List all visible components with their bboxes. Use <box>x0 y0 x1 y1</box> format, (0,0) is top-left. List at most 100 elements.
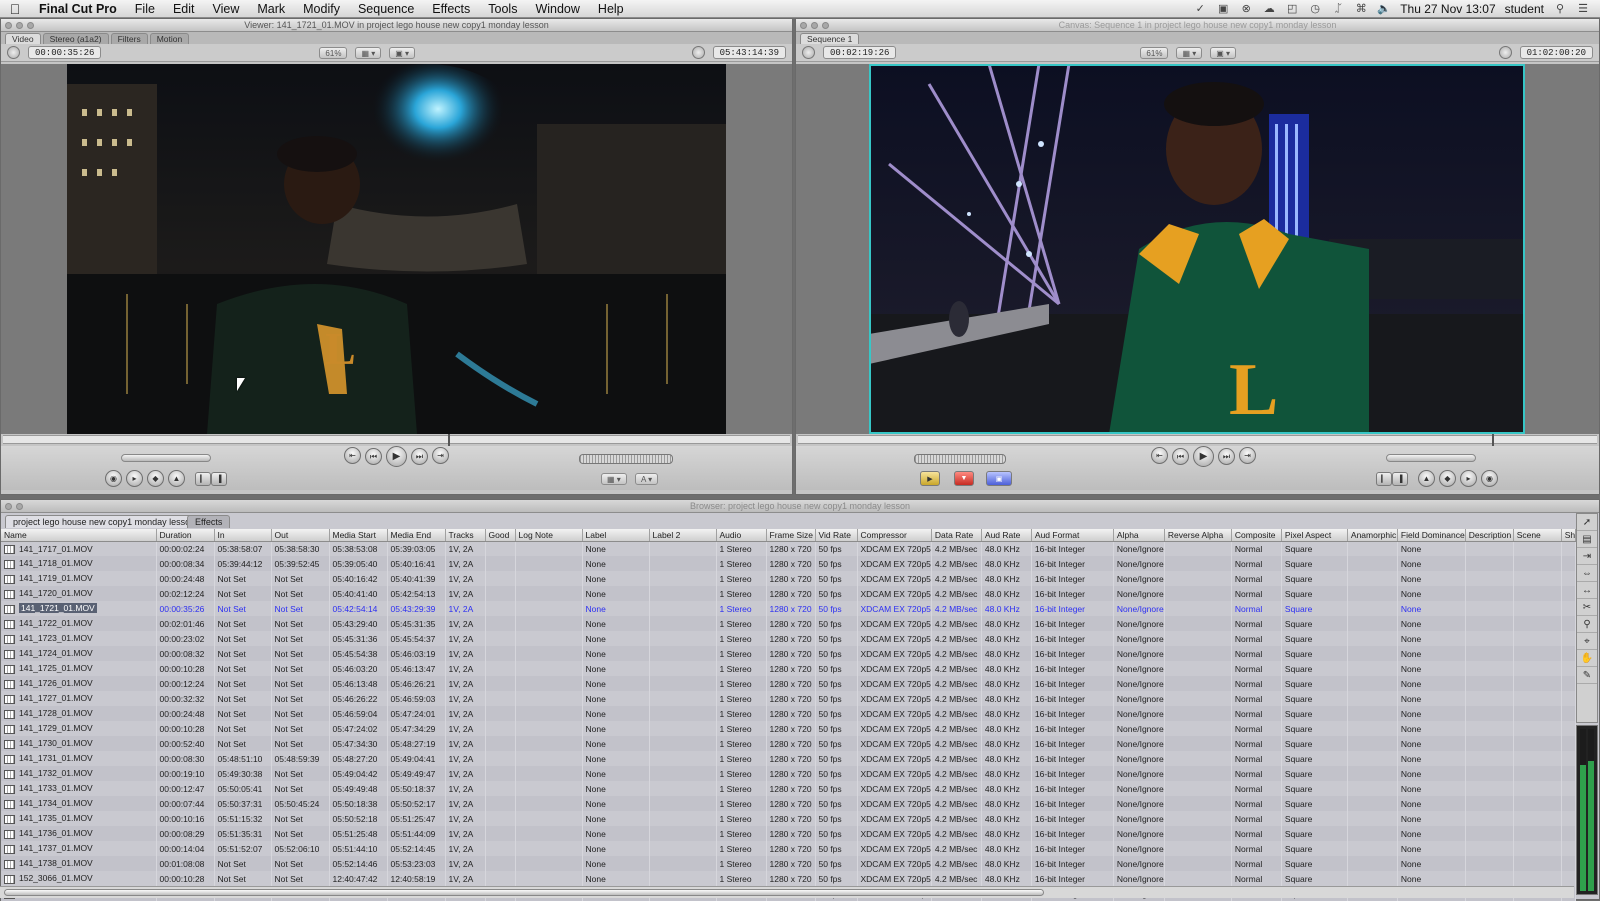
cell-frame-size[interactable]: 1280 x 720 <box>766 811 816 826</box>
cell-alpha[interactable]: None/Ignore <box>1113 781 1165 796</box>
table-row[interactable]: 141_1732_01.MOV 00:00:19:10 05:49:30:38 Not… <box>1 766 1577 781</box>
cell-label[interactable]: None <box>582 541 650 556</box>
cell-alpha[interactable]: None/Ignore <box>1113 736 1165 751</box>
cell-duration[interactable]: 00:00:08:30 <box>156 751 215 766</box>
cell-in[interactable]: 05:50:37:31 <box>214 796 272 811</box>
clip-name-cell[interactable]: 152_3066_01.MOV <box>1 871 157 886</box>
menu-window[interactable]: Window <box>526 2 588 16</box>
cell-label-2[interactable] <box>649 646 717 661</box>
cell-field-dominance[interactable]: None <box>1397 781 1466 796</box>
cell-out[interactable]: Not Set <box>271 646 330 661</box>
cell-aud-rate[interactable]: 48.0 KHz <box>981 541 1032 556</box>
cell-sh[interactable] <box>1561 796 1577 811</box>
canvas-mark-out-button[interactable]: ▐ <box>1392 472 1408 486</box>
cell-label[interactable]: None <box>582 691 650 706</box>
cell-field-dominance[interactable]: None <box>1397 616 1466 631</box>
canvas-play-in-to-out-button[interactable]: ⇤ <box>1151 447 1168 464</box>
cell-label-2[interactable] <box>649 616 717 631</box>
cell-sh[interactable] <box>1561 676 1577 691</box>
cell-data-rate[interactable]: 4.2 MB/sec <box>931 706 982 721</box>
cell-media-end[interactable]: 05:47:24:01 <box>387 706 446 721</box>
cell-label-2[interactable] <box>649 691 717 706</box>
cell-description[interactable] <box>1465 826 1514 841</box>
cell-compressor[interactable]: XDCAM EX 720p5 <box>857 796 932 811</box>
column-header-pixel-aspect[interactable]: Pixel Aspect <box>1281 529 1348 542</box>
cell-label-2[interactable] <box>649 751 717 766</box>
minimize-button[interactable] <box>16 22 23 29</box>
cell-good[interactable] <box>485 706 516 721</box>
cell-description[interactable] <box>1465 721 1514 736</box>
cell-log-note[interactable] <box>515 781 583 796</box>
cell-reverse-alpha[interactable] <box>1164 856 1232 871</box>
cell-audio[interactable]: 1 Stereo <box>716 706 767 721</box>
cell-log-note[interactable] <box>515 571 583 586</box>
column-header-name[interactable]: Name <box>1 529 157 542</box>
cell-vid-rate[interactable]: 50 fps <box>815 871 858 886</box>
cell-scene[interactable] <box>1513 766 1562 781</box>
column-header-tracks[interactable]: Tracks <box>445 529 486 542</box>
table-row[interactable]: 141_1720_01.MOV 00:02:12:24 Not Set Not Set… <box>1 586 1577 601</box>
cell-data-rate[interactable]: 4.2 MB/sec <box>931 556 982 571</box>
crop-tool-icon[interactable]: ⌖ <box>1577 633 1597 650</box>
cell-frame-size[interactable]: 1280 x 720 <box>766 646 816 661</box>
cell-field-dominance[interactable]: None <box>1397 586 1466 601</box>
cell-out[interactable]: 05:50:45:24 <box>271 796 330 811</box>
cell-label[interactable]: None <box>582 601 650 616</box>
cell-label[interactable]: None <box>582 631 650 646</box>
cell-scene[interactable] <box>1513 646 1562 661</box>
cell-vid-rate[interactable]: 50 fps <box>815 601 858 616</box>
cell-label-2[interactable] <box>649 586 717 601</box>
cell-anamorphic[interactable] <box>1347 826 1398 841</box>
clip-name-cell[interactable]: 141_1721_01.MOV <box>1 601 157 616</box>
menu-view[interactable]: View <box>203 2 248 16</box>
cell-aud-rate[interactable]: 48.0 KHz <box>981 721 1032 736</box>
cell-compressor[interactable]: XDCAM EX 720p5 <box>857 841 932 856</box>
cell-in[interactable]: 05:51:15:32 <box>214 811 272 826</box>
cell-vid-rate[interactable]: 50 fps <box>815 796 858 811</box>
cell-duration[interactable]: 00:02:12:24 <box>156 586 215 601</box>
cell-alpha[interactable]: None/Ignore <box>1113 751 1165 766</box>
table-row[interactable]: 141_1725_01.MOV 00:00:10:28 Not Set Not Set… <box>1 661 1577 676</box>
cell-description[interactable] <box>1465 556 1514 571</box>
cell-frame-size[interactable]: 1280 x 720 <box>766 736 816 751</box>
cell-alpha[interactable]: None/Ignore <box>1113 766 1165 781</box>
cell-aud-rate[interactable]: 48.0 KHz <box>981 646 1032 661</box>
cell-in[interactable]: 05:49:30:38 <box>214 766 272 781</box>
cell-aud-format[interactable]: 16-bit Integer <box>1031 631 1114 646</box>
cell-alpha[interactable]: None/Ignore <box>1113 586 1165 601</box>
cell-audio[interactable]: 1 Stereo <box>716 676 767 691</box>
cell-log-note[interactable] <box>515 766 583 781</box>
cell-label-2[interactable] <box>649 856 717 871</box>
viewer-duration-timecode[interactable]: 00:00:35:26 <box>28 46 102 59</box>
cell-good[interactable] <box>485 571 516 586</box>
clip-name-cell[interactable]: 141_1727_01.MOV <box>1 691 157 706</box>
cell-media-end[interactable]: 05:53:23:03 <box>387 856 446 871</box>
cell-duration[interactable]: 00:00:24:48 <box>156 571 215 586</box>
cell-data-rate[interactable]: 4.2 MB/sec <box>931 841 982 856</box>
cell-data-rate[interactable]: 4.2 MB/sec <box>931 751 982 766</box>
cell-field-dominance[interactable]: None <box>1397 871 1466 886</box>
cell-media-end[interactable]: 05:45:54:37 <box>387 631 446 646</box>
cell-alpha[interactable]: None/Ignore <box>1113 556 1165 571</box>
cell-media-start[interactable]: 05:46:03:20 <box>329 661 388 676</box>
cell-in[interactable]: Not Set <box>214 616 272 631</box>
cell-good[interactable] <box>485 661 516 676</box>
cell-log-note[interactable] <box>515 616 583 631</box>
cell-field-dominance[interactable]: None <box>1397 811 1466 826</box>
cell-reverse-alpha[interactable] <box>1164 586 1232 601</box>
cell-log-note[interactable] <box>515 841 583 856</box>
cell-audio[interactable]: 1 Stereo <box>716 751 767 766</box>
cell-description[interactable] <box>1465 631 1514 646</box>
cell-sh[interactable] <box>1561 646 1577 661</box>
cell-scene[interactable] <box>1513 751 1562 766</box>
cell-aud-format[interactable]: 16-bit Integer <box>1031 586 1114 601</box>
cell-pixel-aspect[interactable]: Square <box>1281 811 1348 826</box>
canvas-shuttle-control[interactable] <box>1386 454 1476 462</box>
cell-field-dominance[interactable]: None <box>1397 601 1466 616</box>
cell-anamorphic[interactable] <box>1347 661 1398 676</box>
viewer-match-frame-button[interactable]: ◉ <box>105 470 122 487</box>
cell-out[interactable]: 05:38:58:30 <box>271 541 330 556</box>
clip-name-cell[interactable]: 141_1726_01.MOV <box>1 676 157 691</box>
cell-label[interactable]: None <box>582 751 650 766</box>
slip-tool-icon[interactable]: ↔ <box>1577 582 1597 599</box>
